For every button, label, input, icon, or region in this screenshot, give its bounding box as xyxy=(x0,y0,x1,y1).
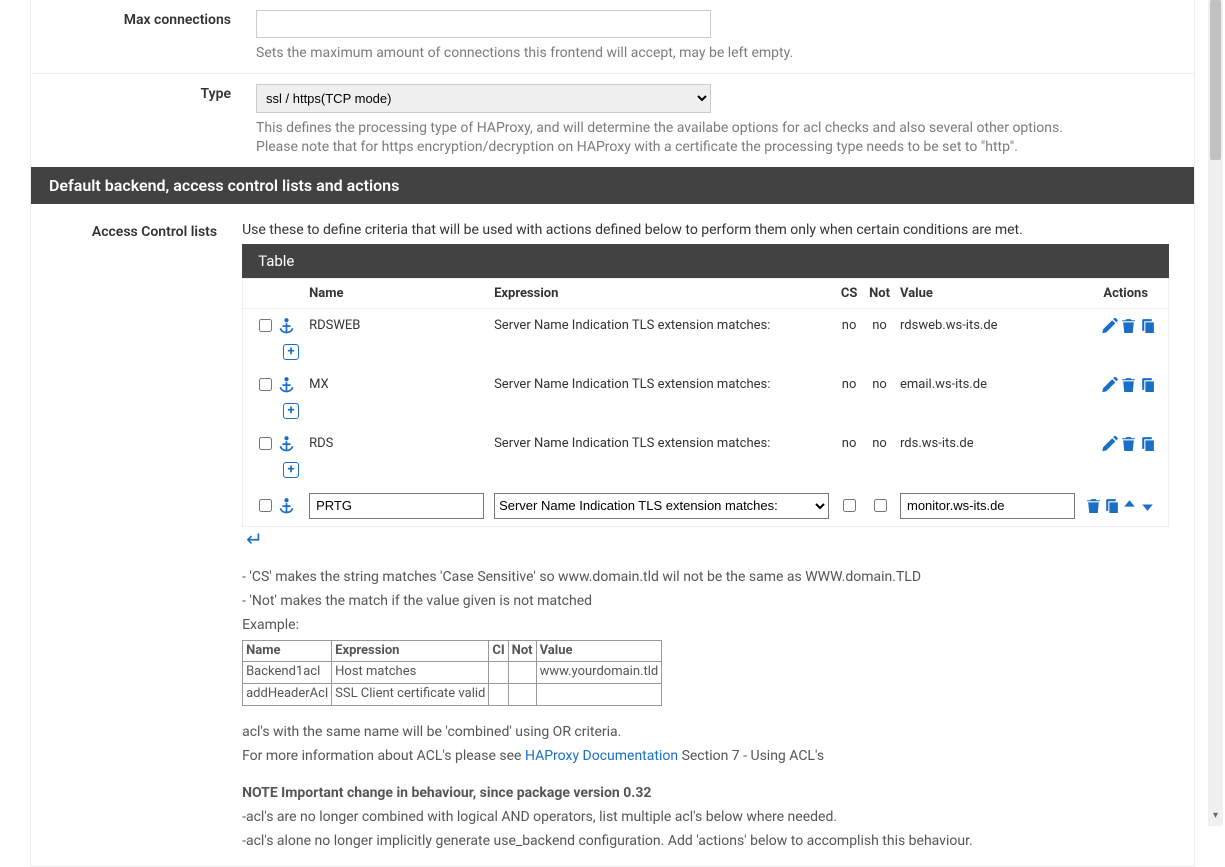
row-name: RDS xyxy=(304,427,489,460)
edit-expression-select[interactable]: Server Name Indication TLS extension mat… xyxy=(494,493,829,519)
row-value: rds.ws-its.de xyxy=(895,427,1080,460)
max-connections-label: Max connections xyxy=(31,10,256,63)
th-not: Not xyxy=(864,278,895,308)
table-row: RDSServer Name Indication TLS extension … xyxy=(243,427,1169,460)
edit-icon[interactable] xyxy=(1101,376,1118,393)
copy-icon[interactable] xyxy=(1103,497,1120,514)
row-checkbox[interactable] xyxy=(259,437,272,450)
row-not: no xyxy=(864,308,895,342)
copy-icon[interactable] xyxy=(1139,376,1156,393)
table-row-edit: Server Name Indication TLS extension mat… xyxy=(243,486,1169,527)
anchor-icon[interactable] xyxy=(278,436,295,451)
max-connections-row: Max connections Sets the maximum amount … xyxy=(31,0,1194,74)
return-icon[interactable]: ↵ xyxy=(242,527,1169,551)
table-row: MXServer Name Indication TLS extension m… xyxy=(243,368,1169,401)
row-cs: no xyxy=(834,308,864,342)
add-row-icon[interactable]: + xyxy=(283,403,299,419)
edit-value-input[interactable] xyxy=(900,493,1075,519)
scroll-down-icon[interactable]: ▾ xyxy=(1208,810,1223,826)
row-expression: Server Name Indication TLS extension mat… xyxy=(489,308,834,342)
scrollbar-thumb[interactable] xyxy=(1210,0,1221,160)
copy-icon[interactable] xyxy=(1139,317,1156,334)
note-a: -acl's are no longer combined with logic… xyxy=(242,807,1169,827)
acl-row: Access Control lists Use these to define… xyxy=(31,204,1194,866)
example-label: Example: xyxy=(242,615,1169,635)
copy-icon[interactable] xyxy=(1139,435,1156,452)
row-name: RDSWEB xyxy=(304,308,489,342)
delete-icon[interactable] xyxy=(1120,435,1137,452)
delete-icon[interactable] xyxy=(1085,497,1102,514)
row-value: email.ws-its.de xyxy=(895,368,1080,401)
move-down-icon[interactable] xyxy=(1139,497,1156,514)
anchor-icon[interactable] xyxy=(278,318,295,333)
edit-icon[interactable] xyxy=(1101,317,1118,334)
row-expression: Server Name Indication TLS extension mat… xyxy=(489,368,834,401)
acl-label: Access Control lists xyxy=(31,222,242,856)
table-row: RDSWEBServer Name Indication TLS extensi… xyxy=(243,308,1169,342)
note-bold: NOTE Important change in behaviour, sinc… xyxy=(242,785,651,801)
row-cs: no xyxy=(834,368,864,401)
note-moreinfo: For more information about ACL's please … xyxy=(242,746,1169,766)
row-checkbox[interactable] xyxy=(259,499,272,512)
type-select[interactable]: ssl / https(TCP mode) xyxy=(256,84,711,113)
row-name: MX xyxy=(304,368,489,401)
scrollbar[interactable]: ▴ ▾ xyxy=(1208,0,1223,826)
type-help-2: Please note that for https encryption/de… xyxy=(256,138,1169,157)
acl-notes: - 'CS' makes the string matches 'Case Se… xyxy=(242,567,1169,852)
type-row: Type ssl / https(TCP mode) This defines … xyxy=(31,74,1194,167)
haproxy-doc-link[interactable]: HAProxy Documentation xyxy=(525,748,678,764)
row-not: no xyxy=(864,368,895,401)
type-help-1: This defines the processing type of HAPr… xyxy=(256,119,1169,138)
edit-cs-checkbox[interactable] xyxy=(843,499,856,512)
note-not: - 'Not' makes the match if the value giv… xyxy=(242,591,1169,611)
th-actions: Actions xyxy=(1080,278,1169,308)
anchor-icon[interactable] xyxy=(278,377,295,392)
delete-icon[interactable] xyxy=(1120,317,1137,334)
edit-not-checkbox[interactable] xyxy=(874,499,887,512)
add-row-icon[interactable]: + xyxy=(283,462,299,478)
move-up-icon[interactable] xyxy=(1121,497,1138,514)
acl-desc: Use these to define criteria that will b… xyxy=(242,222,1169,238)
max-connections-help: Sets the maximum amount of connections t… xyxy=(256,44,1169,63)
th-name: Name xyxy=(304,278,489,308)
acl-table: Name Expression CS Not Value Actions RDS… xyxy=(242,278,1169,527)
delete-icon[interactable] xyxy=(1120,376,1137,393)
max-connections-input[interactable] xyxy=(256,10,711,38)
row-not: no xyxy=(864,427,895,460)
row-checkbox[interactable] xyxy=(259,378,272,391)
anchor-icon[interactable] xyxy=(278,498,295,513)
type-label: Type xyxy=(31,84,256,157)
edit-icon[interactable] xyxy=(1101,435,1118,452)
note-b: -acl's alone no longer implicitly genera… xyxy=(242,831,1169,851)
note-combined: acl's with the same name will be 'combin… xyxy=(242,722,1169,742)
row-cs: no xyxy=(834,427,864,460)
th-cs: CS xyxy=(834,278,864,308)
acl-table-title: Table xyxy=(242,244,1169,278)
row-expression: Server Name Indication TLS extension mat… xyxy=(489,427,834,460)
section-header: Default backend, access control lists an… xyxy=(31,167,1194,204)
example-table: Name Expression CI Not Value Backend1acl… xyxy=(242,640,662,707)
note-cs: - 'CS' makes the string matches 'Case Se… xyxy=(242,567,1169,587)
row-checkbox[interactable] xyxy=(259,319,272,332)
edit-name-input[interactable] xyxy=(309,493,484,519)
th-value: Value xyxy=(895,278,1080,308)
row-value: rdsweb.ws-its.de xyxy=(895,308,1080,342)
add-row-icon[interactable]: + xyxy=(283,344,299,360)
th-expression: Expression xyxy=(489,278,834,308)
